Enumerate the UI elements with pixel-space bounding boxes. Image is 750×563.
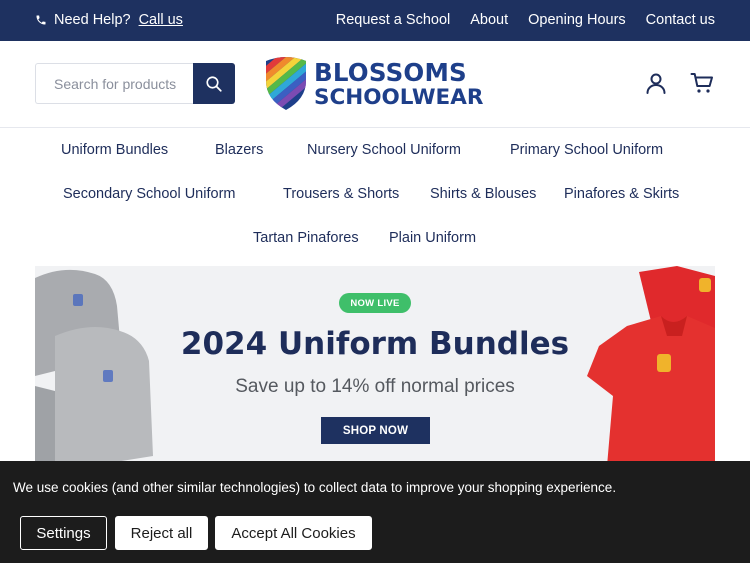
nav-item-shirts-blouses[interactable]: Shirts & Blouses xyxy=(430,186,536,202)
phone-icon xyxy=(36,15,46,25)
shop-now-button[interactable]: SHOP NOW xyxy=(321,417,430,444)
nav-item-trousers-shorts[interactable]: Trousers & Shorts xyxy=(283,186,399,202)
opening-hours-link[interactable]: Opening Hours xyxy=(528,12,626,28)
nav-item-tartan-pinafores[interactable]: Tartan Pinafores xyxy=(253,230,359,246)
cookie-message: We use cookies (and other similar techno… xyxy=(13,480,617,495)
now-live-badge: NOW LIVE xyxy=(339,293,411,313)
rainbow-shield-logo-icon xyxy=(266,57,306,110)
top-links: Request a School About Opening Hours Con… xyxy=(336,12,715,28)
grey-sweatshirt-image xyxy=(35,269,153,466)
call-us-link[interactable]: Call us xyxy=(139,12,183,28)
contact-us-link[interactable]: Contact us xyxy=(646,12,715,28)
logo-text-line1: BLOSSOMS xyxy=(314,58,467,87)
banner-title: 2024 Uniform Bundles xyxy=(180,326,570,362)
nav-item-uniform-bundles[interactable]: Uniform Bundles xyxy=(61,142,168,158)
nav-item-blazers[interactable]: Blazers xyxy=(215,142,263,158)
top-bar: Need Help? Call us Request a School Abou… xyxy=(0,0,750,41)
nav-item-primary-school-uniform[interactable]: Primary School Uniform xyxy=(510,142,663,158)
help-section: Need Help? Call us xyxy=(35,12,183,28)
search-input[interactable] xyxy=(35,63,195,104)
cookie-consent-bar: We use cookies (and other similar techno… xyxy=(0,461,750,563)
about-link[interactable]: About xyxy=(470,12,508,28)
help-label: Need Help? xyxy=(54,12,131,28)
nav-item-pinafores-skirts[interactable]: Pinafores & Skirts xyxy=(564,186,679,202)
nav-item-secondary-school-uniform[interactable]: Secondary School Uniform xyxy=(63,186,235,202)
red-polo-shirt-image xyxy=(587,266,715,466)
reject-all-button[interactable]: Reject all xyxy=(115,516,208,550)
account-icon xyxy=(646,73,666,94)
logo-text-line2: SCHOOLWEAR xyxy=(314,85,484,110)
accept-all-cookies-button[interactable]: Accept All Cookies xyxy=(215,516,372,550)
search-icon xyxy=(206,75,222,92)
banner-subtitle: Save up to 14% off normal prices xyxy=(235,376,515,397)
search-button[interactable] xyxy=(193,63,235,104)
hero-banner[interactable]: NOW LIVE 2024 Uniform Bundles Save up to… xyxy=(35,266,715,466)
cart-button[interactable] xyxy=(689,70,715,96)
search-bar xyxy=(35,63,235,104)
site-header: BLOSSOMS SCHOOLWEAR xyxy=(0,41,750,128)
cart-icon xyxy=(690,73,713,93)
nav-item-plain-uniform[interactable]: Plain Uniform xyxy=(389,230,476,246)
cookie-settings-button[interactable]: Settings xyxy=(20,516,107,550)
account-button[interactable] xyxy=(643,70,669,96)
request-school-link[interactable]: Request a School xyxy=(336,12,450,28)
site-logo[interactable]: BLOSSOMS SCHOOLWEAR xyxy=(262,55,492,115)
nav-item-nursery-school-uniform[interactable]: Nursery School Uniform xyxy=(307,142,461,158)
